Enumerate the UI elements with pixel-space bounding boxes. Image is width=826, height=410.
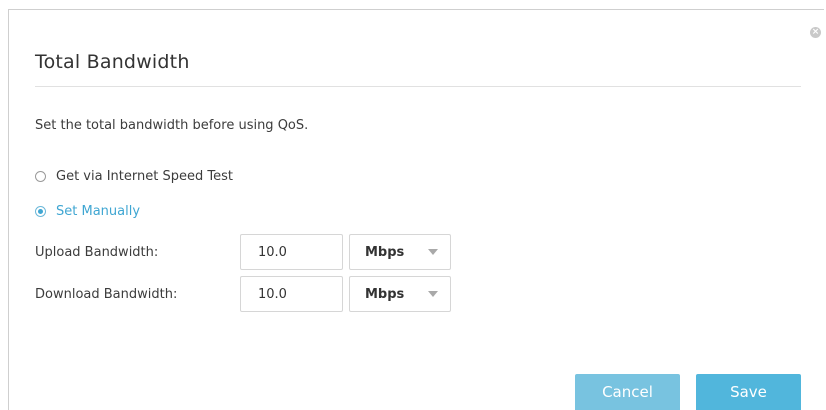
upload-bandwidth-input[interactable] xyxy=(240,234,343,270)
dialog-title: Total Bandwidth xyxy=(35,51,190,73)
radio-speed-test-label: Get via Internet Speed Test xyxy=(56,169,233,184)
download-unit-select[interactable]: Mbps xyxy=(349,276,451,312)
radio-set-manually[interactable] xyxy=(35,206,46,217)
download-unit-value: Mbps xyxy=(365,286,405,302)
cancel-button[interactable]: Cancel xyxy=(575,374,680,410)
title-divider xyxy=(35,86,801,87)
radio-set-manually-label: Set Manually xyxy=(56,204,141,219)
radio-speed-test[interactable] xyxy=(35,171,46,182)
radio-option-set-manually[interactable]: Set Manually xyxy=(35,204,140,219)
radio-option-speed-test[interactable]: Get via Internet Speed Test xyxy=(35,169,233,184)
dialog-description: Set the total bandwidth before using QoS… xyxy=(35,118,309,133)
download-bandwidth-label: Download Bandwidth: xyxy=(35,287,178,302)
upload-unit-value: Mbps xyxy=(365,244,405,260)
chevron-down-icon xyxy=(428,291,438,297)
save-button[interactable]: Save xyxy=(696,374,801,410)
close-icon[interactable]: × xyxy=(810,27,821,38)
chevron-down-icon xyxy=(428,249,438,255)
upload-bandwidth-label: Upload Bandwidth: xyxy=(35,245,159,260)
page: × Total Bandwidth Set the total bandwidt… xyxy=(0,0,826,410)
upload-unit-select[interactable]: Mbps xyxy=(349,234,451,270)
download-bandwidth-input[interactable] xyxy=(240,276,343,312)
